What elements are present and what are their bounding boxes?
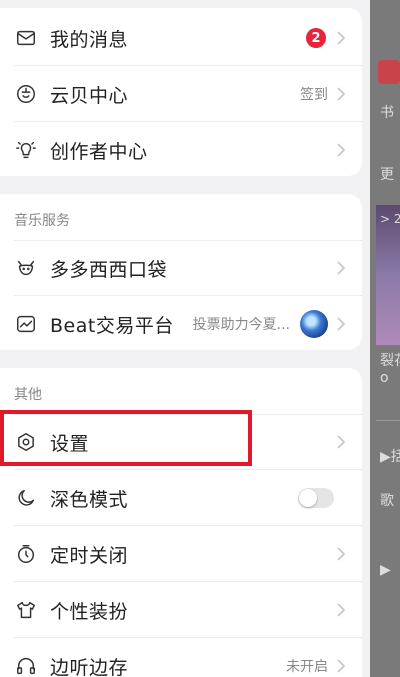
peek-text: o — [380, 370, 389, 386]
chevron-right-icon — [336, 30, 346, 46]
chevron-right-icon — [336, 316, 346, 332]
menu-item-label: 多多西西口袋 — [50, 258, 168, 281]
peek-text: 书 — [380, 105, 394, 121]
menu-item-themes[interactable]: 个性装扮 — [0, 582, 362, 638]
timer-icon — [14, 542, 38, 566]
check-in-text[interactable]: 签到 — [300, 84, 328, 104]
menu-item-dark-mode[interactable]: 深色模式 — [0, 470, 362, 526]
music-services-card: 音乐服务 多多西西口袋 Beat交易平台 投票助力今夏... — [0, 194, 362, 350]
pocket-icon — [14, 256, 38, 280]
coin-icon — [14, 82, 38, 106]
chevron-right-icon — [336, 546, 346, 562]
menu-item-label: 我的消息 — [50, 28, 129, 51]
peek-text: 裂花 — [380, 353, 400, 369]
background-cover-image — [376, 205, 400, 345]
envelope-icon — [14, 26, 38, 50]
section-title: 音乐服务 — [14, 213, 70, 229]
chart-icon — [14, 312, 38, 336]
promo-thumbnail — [300, 310, 328, 338]
menu-item-sleep-timer[interactable]: 定时关闭 — [0, 526, 362, 582]
menu-item-label: 云贝中心 — [50, 84, 129, 107]
chevron-right-icon — [336, 658, 346, 674]
chevron-right-icon — [336, 602, 346, 618]
dark-mode-toggle[interactable] — [298, 488, 334, 508]
chevron-right-icon — [336, 434, 346, 450]
headphones-icon — [14, 654, 38, 677]
peek-text: ▶括 — [380, 449, 400, 465]
unread-badge: 2 — [306, 28, 326, 48]
settings-highlight-box — [0, 410, 252, 466]
status-text: 未开启 — [286, 659, 328, 675]
background-page[interactable]: 书 更 > 25 裂花 o ▶括 歌 ▶ — [370, 0, 400, 677]
moon-icon — [14, 486, 38, 510]
account-card: 我的消息 2 云贝中心 签到 创作者中心 — [0, 8, 362, 176]
menu-item-pocket[interactable]: 多多西西口袋 — [0, 240, 362, 296]
promo-text: 投票助力今夏... — [192, 317, 290, 333]
menu-item-label: Beat交易平台 — [50, 314, 174, 337]
section-title: 其他 — [14, 387, 42, 403]
peek-text: ▶ — [380, 562, 391, 578]
background-banner — [378, 60, 400, 84]
side-drawer: 我的消息 2 云贝中心 签到 创作者中心 音乐服务 多多西西口袋 Beat交易平… — [0, 0, 370, 677]
menu-item-beat-trading[interactable]: Beat交易平台 投票助力今夏... — [0, 296, 362, 352]
chevron-right-icon — [336, 86, 346, 102]
menu-item-messages[interactable]: 我的消息 2 — [0, 10, 362, 66]
menu-item-label: 创作者中心 — [50, 140, 148, 163]
menu-item-label: 边听边存 — [50, 656, 129, 677]
peek-text: 更 — [380, 167, 394, 183]
menu-item-label: 个性装扮 — [50, 600, 129, 623]
menu-item-cloud-coin[interactable]: 云贝中心 签到 — [0, 66, 362, 122]
peek-text: 歌 — [380, 493, 394, 509]
menu-item-listen-save[interactable]: 边听边存 未开启 — [0, 638, 362, 677]
lightbulb-icon — [14, 138, 38, 162]
menu-item-label: 定时关闭 — [50, 544, 129, 567]
shirt-icon — [14, 598, 38, 622]
menu-item-creator-center[interactable]: 创作者中心 — [0, 122, 362, 178]
chevron-right-icon — [336, 260, 346, 276]
peek-text: > 25 — [380, 212, 400, 226]
menu-item-label: 深色模式 — [50, 488, 129, 511]
chevron-right-icon — [336, 142, 346, 158]
